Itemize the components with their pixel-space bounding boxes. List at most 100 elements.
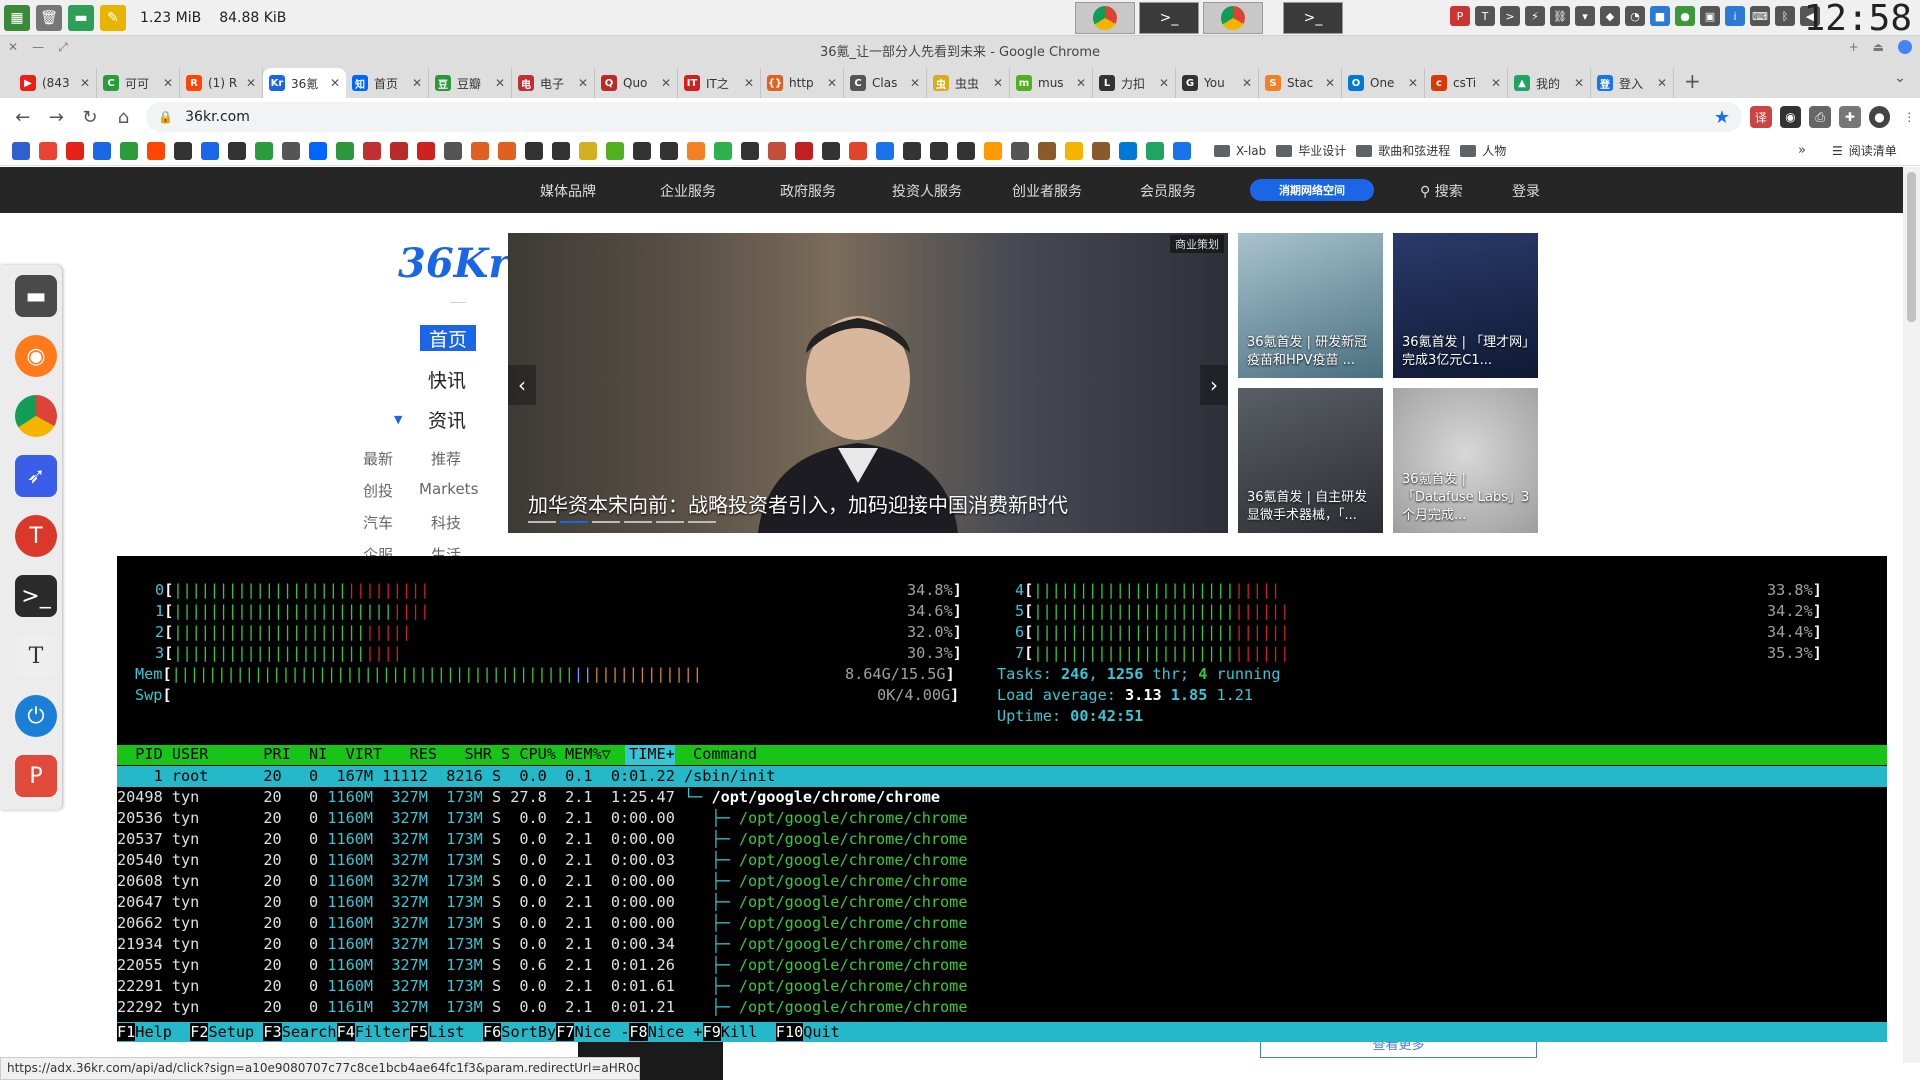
tray-blue-icon[interactable]: ■ [1650,6,1670,26]
banner-dot[interactable] [624,521,652,523]
htop-terminal[interactable]: 0[|||||||||||||||||||||||||||| 34.8%] 1[||… [117,556,1887,1042]
dock-wps-icon[interactable]: P [15,755,57,797]
kr-side-sub-item[interactable]: 汽车 [363,512,393,533]
tab-17[interactable]: c csTi ✕ [1425,68,1508,98]
forward-button[interactable]: → [42,102,72,132]
tab-13[interactable]: L 力扣 ✕ [1093,68,1176,98]
htop-fkey-f6[interactable]: F6SortBy [483,1022,556,1042]
kr-nav-item-5[interactable]: 会员服务 [1140,181,1196,201]
close-icon[interactable]: ✕ [1574,76,1584,90]
htop-fkey-f8[interactable]: F8Nice + [629,1022,703,1042]
tray-text-icon[interactable]: T [1475,6,1495,26]
tab-9[interactable]: {} http ✕ [761,68,844,98]
tray-shield-icon[interactable]: ◆ [1600,6,1620,26]
bookmark-favicon-icon[interactable] [984,141,1002,160]
kr-side-sub-item[interactable]: Markets [419,480,478,498]
banner-dot-active[interactable] [560,521,588,523]
tray-bluetooth-icon[interactable]: ᛒ [1775,6,1795,26]
close-icon[interactable]: ✕ [1491,76,1501,90]
kr-thumb-1[interactable]: 36氪首发 | 研发新冠疫苗和HPV疫苗 ... [1238,233,1383,378]
bookmark-favicon-icon[interactable] [876,141,894,160]
tab-search-icon[interactable]: ⌄ [1894,70,1906,86]
bookmark-favicon-icon[interactable] [768,141,786,160]
tray-wifi-icon[interactable]: ▾ [1575,6,1595,26]
tab-0[interactable]: ▶ (843 ✕ [14,68,97,98]
banner-caption[interactable]: 加华资本宋向前：战略投资者引入，加码迎接中国消费新时代 [528,489,1068,518]
bookmark-favicon-icon[interactable] [687,141,705,160]
tab-19[interactable]: 登登入 ✕ [1591,68,1674,98]
bookmark-favicon-icon[interactable] [309,141,327,160]
bookmark-favicon-icon[interactable] [417,141,435,160]
banner-dot[interactable] [592,521,620,523]
banner-dot[interactable] [528,521,556,523]
bookmark-folder-1[interactable]: 毕业设计 [1276,142,1346,159]
tray-info-icon[interactable]: i [1725,6,1745,26]
banner-prev-button[interactable]: ‹ [508,365,536,405]
tray-monitor-icon[interactable]: ▣ [1700,6,1720,26]
kr-side-news[interactable]: 资讯 [428,406,466,433]
dock-bird-icon[interactable]: ➶ [15,455,57,497]
bookmark-favicon-icon[interactable] [579,141,597,160]
close-icon[interactable]: ✕ [495,76,505,90]
htop-fkey-f9[interactable]: F9Kill [702,1022,776,1042]
htop-fkey-f7[interactable]: F7Nice - [556,1022,629,1042]
taskbar-terminal-button[interactable]: >_ [1139,2,1199,34]
kr-thumb-2[interactable]: 36氪首发 | 「理才网」完成3亿元C1... [1393,233,1538,378]
htop-process-row[interactable]: 21934 tyn 20 0 1160M 327M 173M S 0.0 2.1… [117,934,967,955]
kr-banner[interactable]: 商业策划 ‹ › 加华资本宋向前：战略投资者引入，加码迎接中国消费新时代 [508,233,1228,533]
close-icon[interactable]: ✕ [993,76,1003,90]
bookmark-favicon-icon[interactable] [1146,141,1164,160]
htop-fkey-f1[interactable]: F1Help [117,1022,190,1042]
kr-logo[interactable]: 36Kr [398,240,510,287]
htop-fkey-f2[interactable]: F2Setup [190,1022,263,1042]
bookmark-favicon-icon[interactable] [390,141,408,160]
close-icon[interactable]: ✕ [578,76,588,90]
bookmark-favicon-icon[interactable] [903,141,921,160]
htop-process-row[interactable]: 22292 tyn 20 0 1161M 327M 173M S 0.0 2.1… [117,997,967,1018]
home-button[interactable]: ⌂ [109,102,139,132]
tab-5[interactable]: 豆豆瓣 ✕ [429,68,512,98]
bookmark-favicon-icon[interactable] [1011,141,1029,160]
chevron-down-icon[interactable]: ▼ [394,413,402,426]
bookmark-favicon-icon[interactable] [444,141,462,160]
bookmark-favicon-icon[interactable] [849,141,867,160]
tab-1[interactable]: C 可可 ✕ [97,68,180,98]
kr-thumb-4[interactable]: 36氪首发 | 「Datafuse Labs」3个月完成... [1393,388,1538,533]
bookmark-favicon-icon[interactable] [795,141,813,160]
kr-search-button[interactable]: ⚲ 搜索 [1420,181,1463,201]
tab-14[interactable]: G You ✕ [1176,68,1259,98]
bookmark-favicon-icon[interactable] [1065,141,1083,160]
bookmark-favicon-icon[interactable] [498,141,516,160]
close-icon[interactable]: ✕ [8,40,18,55]
profile-avatar[interactable]: ● [1868,106,1891,128]
dock-files-icon[interactable]: ▬ [15,275,57,317]
bookmark-favicon-icon[interactable] [147,141,165,160]
htop-process-row[interactable]: 20608 tyn 20 0 1160M 327M 173M S 0.0 2.1… [117,871,967,892]
extension-print-icon[interactable]: ⎙ [1809,106,1832,128]
close-icon[interactable]: ✕ [1325,76,1335,90]
kr-side-sub-item[interactable]: 推荐 [431,448,461,469]
extensions-puzzle-icon[interactable]: ✚ [1839,106,1861,128]
bookmark-favicon-icon[interactable] [471,141,489,160]
bookmark-favicon-icon[interactable] [741,141,759,160]
tray-sync-icon[interactable]: ◔ [1625,6,1645,26]
tab-7[interactable]: Q Quo ✕ [595,68,678,98]
bookmark-favicon-icon[interactable] [1173,141,1191,160]
address-bar[interactable]: 🔒 36kr.com ★ [146,102,1742,132]
reading-list-button[interactable]: ☰ 阅读清单 [1832,142,1897,159]
bookmark-favicon-icon[interactable] [39,141,57,160]
taskbar-chrome-button-2[interactable] [1203,2,1263,34]
htop-fkey-f4[interactable]: F4Filter [336,1022,410,1042]
chrome-menu-icon[interactable]: ⋮ [1898,106,1920,128]
bookmark-favicon-icon[interactable] [633,141,651,160]
eject-icon[interactable]: ⏏ [1873,40,1884,54]
close-icon[interactable]: ✕ [1076,76,1086,90]
bookmark-favicon-icon[interactable] [282,141,300,160]
kr-nav-item-3[interactable]: 投资人服务 [892,181,962,201]
bookmark-favicon-icon[interactable] [363,141,381,160]
close-icon[interactable]: ✕ [744,76,754,90]
htop-process-row-selected[interactable]: 1 root 20 0 167M 11112 8216 S 0.0 0.1 0:… [117,766,1887,787]
bookmark-favicon-icon[interactable] [1119,141,1137,160]
kr-nav-item-1[interactable]: 企业服务 [660,181,716,201]
tab-4[interactable]: 知首页 ✕ [346,68,429,98]
